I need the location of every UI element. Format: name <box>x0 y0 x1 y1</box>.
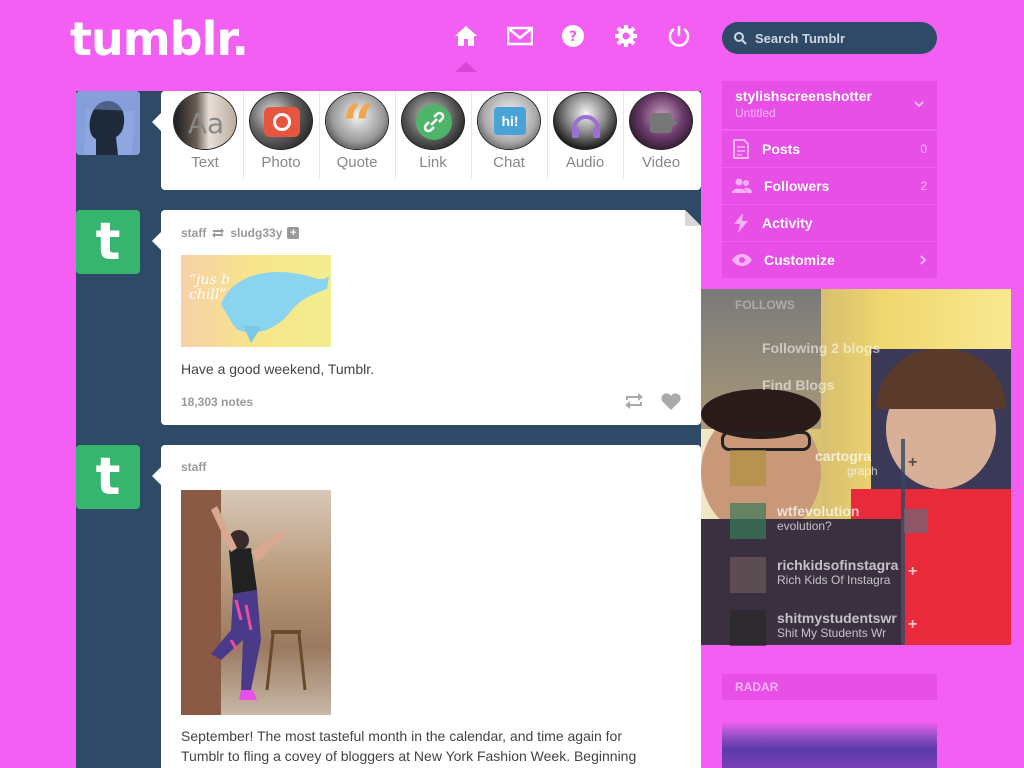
sidebar-item-find-blogs[interactable]: Find Blogs <box>722 367 937 403</box>
radar-header: RADAR <box>722 674 937 700</box>
recommended-blog-4[interactable]: shitmystudentswr Shit My Students Wr + <box>722 610 937 648</box>
search-box[interactable] <box>722 22 937 54</box>
svg-text:?: ? <box>569 29 577 45</box>
text-post-icon: Aa <box>173 92 237 150</box>
new-quote-post-button[interactable]: “ Quote <box>319 91 395 181</box>
post-caption: Have a good weekend, Tumblr. <box>181 361 375 377</box>
post-photo-2[interactable] <box>181 490 331 715</box>
staff-avatar-2[interactable]: t <box>76 445 140 509</box>
gear-icon[interactable] <box>612 22 640 50</box>
post-type-selector: Aa Text Photo “ Quote Link hi! Chat Audi… <box>152 91 701 190</box>
sidebar-item-following[interactable]: Following 2 blogs <box>722 330 937 366</box>
new-chat-post-button[interactable]: hi! Chat <box>471 91 547 181</box>
follow-plus-icon[interactable]: + <box>908 454 917 472</box>
sidebar-item-posts[interactable]: Posts 0 <box>722 131 937 167</box>
recommended-avatar <box>730 610 766 646</box>
camera-icon <box>249 92 313 150</box>
chevron-right-icon <box>920 255 927 265</box>
post-photo[interactable]: “jus b chill” <box>181 255 331 347</box>
video-camera-icon <box>629 92 693 150</box>
follow-plus-icon[interactable]: + <box>908 616 917 634</box>
sidebar-item-activity[interactable]: Activity <box>722 205 937 241</box>
recommended-blog-3[interactable]: richkidsofinstagra Rich Kids Of Instagra… <box>722 557 937 595</box>
help-icon[interactable]: ? <box>559 22 587 50</box>
reblog-icon[interactable] <box>623 392 645 410</box>
blog-subtitle: Untitled <box>735 106 776 120</box>
user-avatar[interactable] <box>76 91 140 155</box>
new-link-post-button[interactable]: Link <box>395 91 471 181</box>
reblog-source[interactable]: sludg33y <box>230 226 282 240</box>
new-photo-post-button[interactable]: Photo <box>243 91 319 181</box>
active-nav-indicator <box>455 62 477 72</box>
radar-image[interactable] <box>722 721 937 768</box>
power-icon[interactable] <box>665 22 693 50</box>
posts-icon <box>733 139 749 159</box>
sidebar-item-customize[interactable]: Customize <box>722 242 937 278</box>
new-video-post-button[interactable]: Video <box>623 91 699 181</box>
new-text-post-button[interactable]: Aa Text <box>167 91 243 181</box>
overlay-section-label: FOLLOWS <box>735 298 795 312</box>
search-input[interactable] <box>755 30 915 46</box>
mail-icon[interactable] <box>506 22 534 50</box>
recommended-avatar <box>730 450 766 486</box>
eye-icon <box>732 254 752 266</box>
quote-icon: “ <box>325 92 389 150</box>
chat-icon: hi! <box>477 92 541 150</box>
reblog-small-icon <box>212 228 225 238</box>
post-author[interactable]: staff <box>181 226 206 240</box>
post-fold-corner <box>685 210 701 226</box>
tumblr-logo[interactable]: tumblr. <box>70 12 249 66</box>
recommended-blog-2[interactable]: wtfevolution evolution? <box>722 503 937 541</box>
post-card-2: staff September! The most tasteful month… <box>152 445 701 768</box>
followers-icon <box>732 178 752 193</box>
post-card: staff sludg33y + “jus b chill” Have a go… <box>152 210 701 425</box>
follow-plus-icon[interactable]: + <box>287 227 300 239</box>
post-author-2[interactable]: staff <box>181 460 206 474</box>
staff-avatar[interactable]: t <box>76 210 140 274</box>
notes-count[interactable]: 18,303 notes <box>181 395 253 409</box>
home-icon[interactable] <box>452 22 480 50</box>
chevron-down-icon <box>914 101 924 108</box>
recommended-blog-1[interactable]: cartogra graph + <box>722 448 937 486</box>
post-header-2: staff <box>181 460 206 474</box>
activity-icon <box>734 213 748 233</box>
link-icon <box>401 92 465 150</box>
follow-plus-icon[interactable]: + <box>908 563 917 581</box>
sidebar-item-followers[interactable]: Followers 2 <box>722 168 937 204</box>
like-heart-icon[interactable] <box>660 393 682 411</box>
headphones-icon <box>553 92 617 150</box>
recommended-avatar <box>730 503 766 539</box>
post-caption-line-1: September! The most tasteful month in th… <box>181 728 622 744</box>
follow-button[interactable] <box>904 509 928 533</box>
blog-selector[interactable]: stylishscreenshotter Untitled <box>722 81 937 129</box>
post-caption-line-2: Tumblr to fling a covey of bloggers at N… <box>181 748 637 764</box>
search-icon <box>734 31 747 45</box>
blog-name: stylishscreenshotter <box>735 88 872 104</box>
post-header: staff sludg33y + <box>181 226 300 240</box>
recommended-avatar <box>730 557 766 593</box>
new-audio-post-button[interactable]: Audio <box>547 91 623 181</box>
